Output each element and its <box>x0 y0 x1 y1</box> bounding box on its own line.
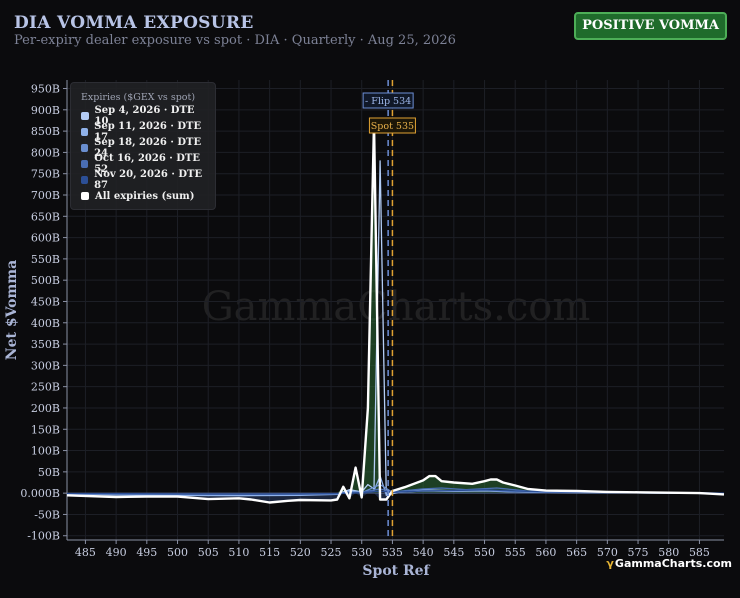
y-tick-label: 850B <box>31 125 60 138</box>
y-tick-label: 950B <box>31 83 60 96</box>
flip-label: - Flip 534 <box>365 96 411 107</box>
x-tick-label: 530 <box>351 546 372 559</box>
y-tick-label: 50B <box>38 466 60 479</box>
x-tick-label: 495 <box>136 546 157 559</box>
brand-logo: γGammaCharts.com <box>606 557 732 570</box>
y-tick-label: 200B <box>31 402 60 415</box>
x-tick-label: 505 <box>198 546 219 559</box>
legend-title: Expiries ($GEX vs spot) <box>81 92 196 103</box>
x-tick-label: 535 <box>382 546 403 559</box>
legend-swatch <box>81 192 89 200</box>
x-tick-label: 545 <box>443 546 464 559</box>
y-tick-label: 0.000B <box>20 487 60 500</box>
y-tick-label: 150B <box>31 423 60 436</box>
legend-swatch <box>81 160 89 168</box>
x-tick-label: 565 <box>566 546 587 559</box>
legend-swatch <box>81 176 89 184</box>
y-tick-label: 100B <box>31 445 60 458</box>
spot-label: Spot 535 <box>371 121 414 132</box>
y-tick-label: 250B <box>31 381 60 394</box>
legend-swatch <box>81 112 89 120</box>
legend-item: All expiries (sum) <box>81 188 205 204</box>
gamma-logo-icon: γ <box>606 557 614 570</box>
legend-swatch <box>81 128 89 136</box>
y-tick-label: -50B <box>34 508 60 521</box>
x-tick-label: 510 <box>228 546 249 559</box>
y-tick-label: 650B <box>31 210 60 223</box>
x-axis-label: Spot Ref <box>362 563 430 579</box>
y-tick-label: 900B <box>31 104 60 117</box>
x-tick-label: 500 <box>167 546 188 559</box>
y-tick-label: 500B <box>31 274 60 287</box>
y-tick-label: 350B <box>31 338 60 351</box>
x-tick-label: 540 <box>413 546 434 559</box>
y-tick-label: 600B <box>31 232 60 245</box>
legend-label: All expiries (sum) <box>95 190 195 202</box>
x-tick-label: 520 <box>290 546 311 559</box>
x-tick-label: 525 <box>321 546 342 559</box>
y-tick-label: -100B <box>27 530 60 543</box>
y-tick-label: 750B <box>31 168 60 181</box>
x-tick-label: 515 <box>259 546 280 559</box>
y-tick-label: 550B <box>31 253 60 266</box>
legend-swatch <box>81 144 89 152</box>
y-tick-label: 300B <box>31 359 60 372</box>
x-tick-label: 550 <box>474 546 495 559</box>
x-tick-label: 490 <box>106 546 127 559</box>
y-tick-label: 800B <box>31 146 60 159</box>
x-tick-label: 555 <box>505 546 526 559</box>
x-tick-label: 560 <box>535 546 556 559</box>
x-tick-label: 485 <box>75 546 96 559</box>
legend-label: Nov 20, 2026 · DTE 87 <box>94 169 203 191</box>
y-tick-label: 450B <box>31 295 60 308</box>
y-tick-label: 400B <box>31 317 60 330</box>
chart-legend: Expiries ($GEX vs spot) Sep 4, 2026 · DT… <box>70 82 216 210</box>
legend-item: Nov 20, 2026 · DTE 87 <box>81 169 205 191</box>
y-tick-label: 700B <box>31 189 60 202</box>
brand-text: GammaCharts.com <box>614 557 732 570</box>
y-axis-label: Net $Vomma <box>4 260 20 360</box>
